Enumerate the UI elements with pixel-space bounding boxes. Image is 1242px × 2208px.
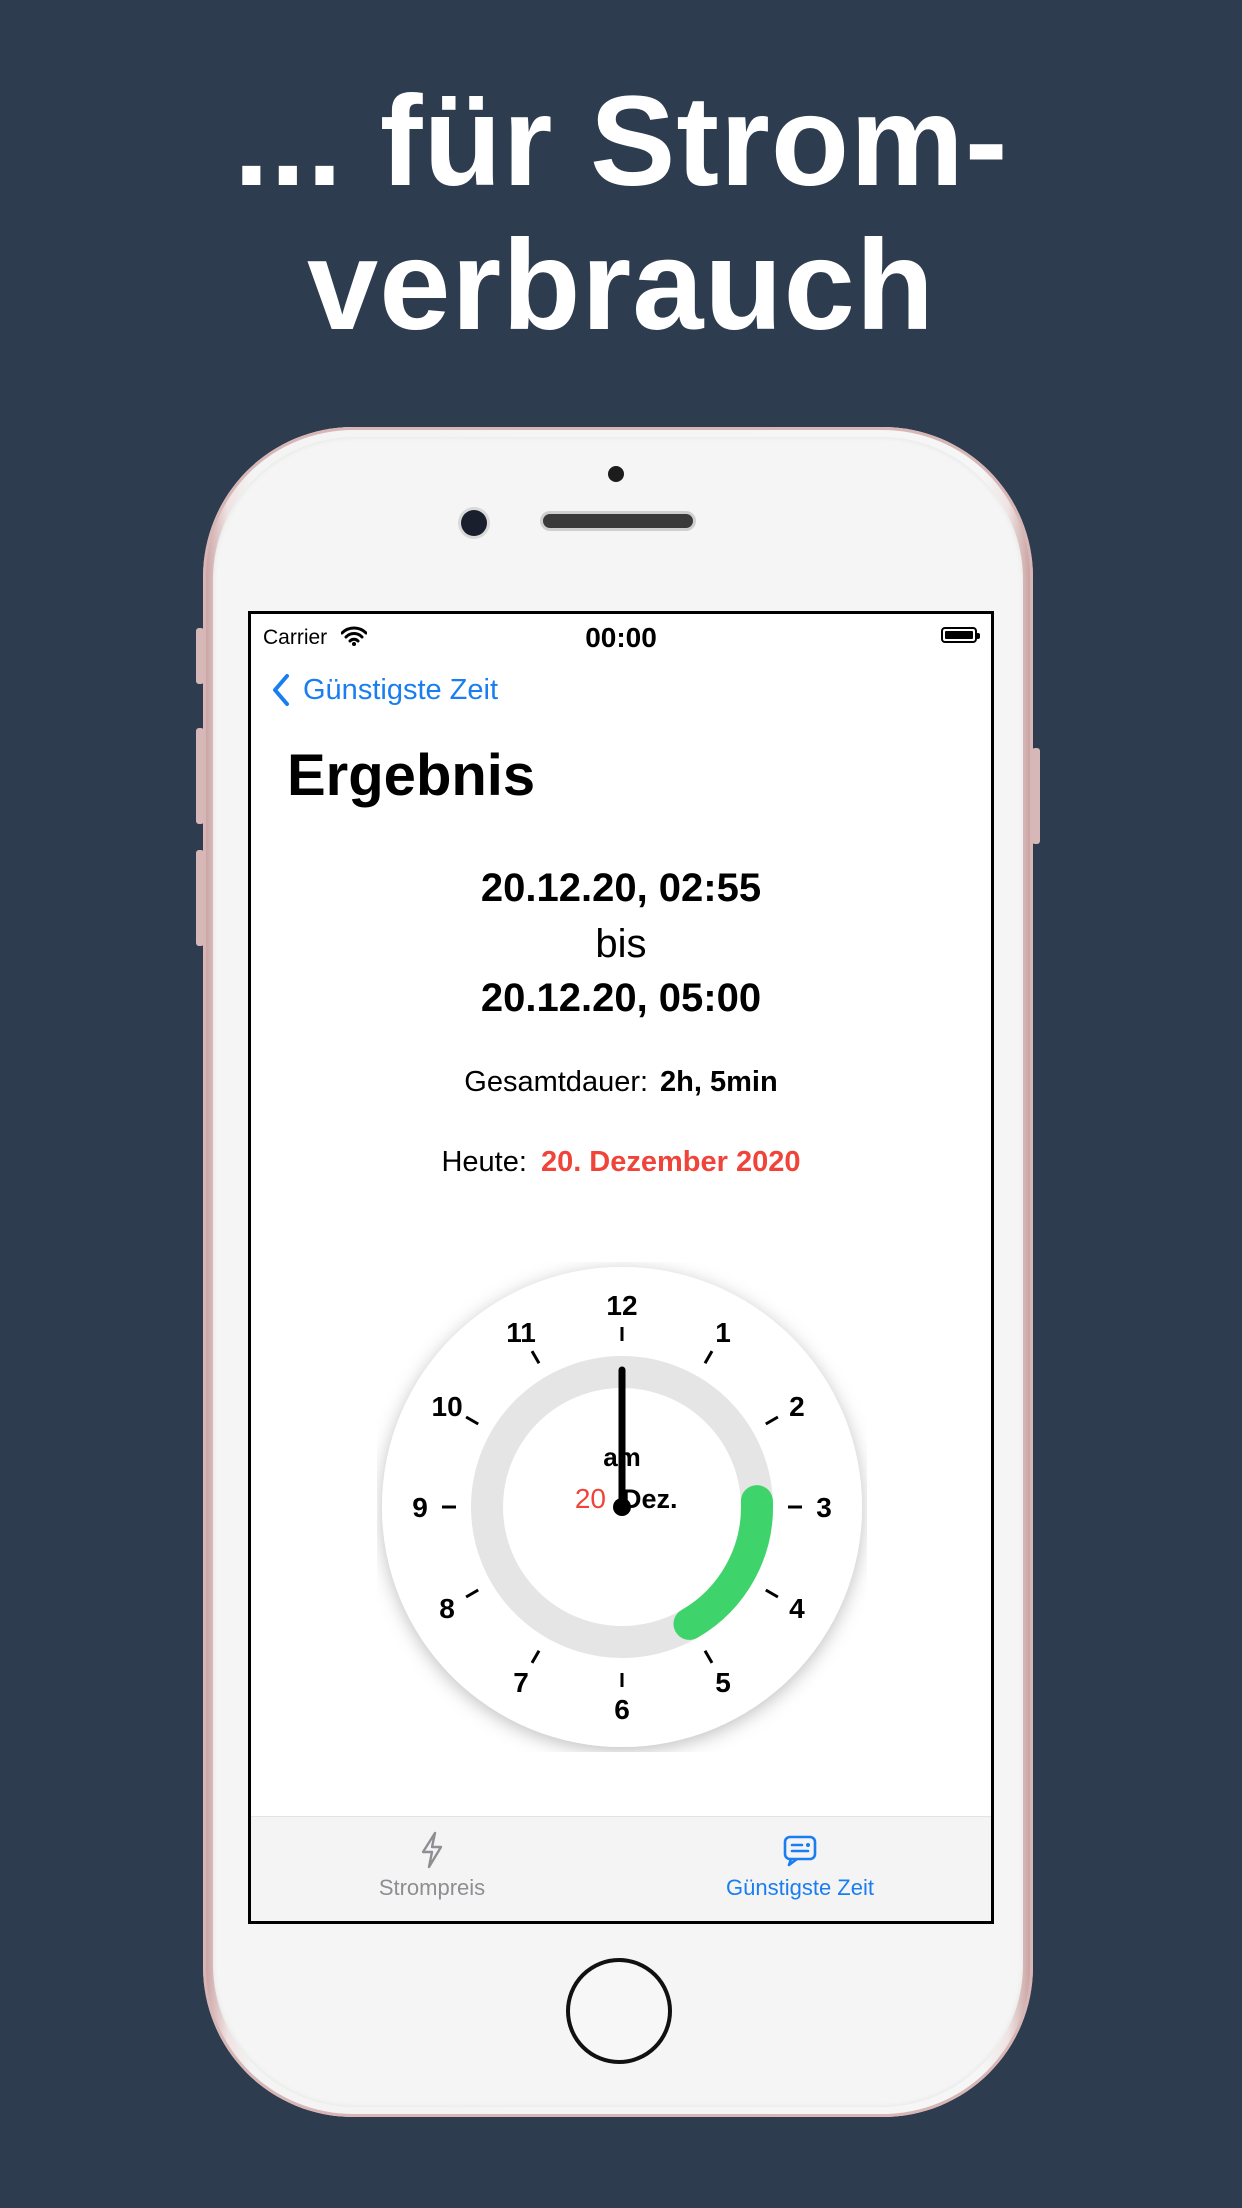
clock-number: 5: [715, 1667, 731, 1698]
clock-number: 12: [606, 1290, 637, 1321]
clock-number: 6: [614, 1694, 630, 1725]
clock-widget: 121234567891011 am 20 Dez.: [377, 1262, 867, 1752]
clock-number: 3: [816, 1492, 832, 1523]
duration-label: Gesamtdauer:: [464, 1066, 649, 1098]
volume-down-button: [196, 850, 204, 946]
clock-number: 11: [506, 1317, 536, 1348]
back-button[interactable]: Günstigste Zeit: [271, 670, 498, 710]
clock-number: 8: [439, 1593, 455, 1624]
duration-row: Gesamtdauer: 2h, 5min: [251, 1066, 991, 1099]
clock-number: 4: [789, 1593, 805, 1624]
headline-line-1: ... für Strom-: [233, 70, 1009, 213]
earpiece-speaker: [543, 514, 693, 528]
clock-face: 121234567891011 am 20 Dez.: [382, 1267, 862, 1747]
tab-bar: Strompreis Günstigste Zeit: [251, 1816, 991, 1921]
today-label: Heute:: [441, 1146, 527, 1178]
chevron-left-icon: [273, 674, 289, 706]
chat-list-icon: [783, 1835, 817, 1867]
mute-switch: [196, 628, 204, 684]
today-value: 20. Dezember 2020: [540, 1146, 801, 1178]
today-row: Heute: 20. Dezember 2020: [251, 1146, 991, 1179]
tab-strompreis[interactable]: Strompreis: [307, 1817, 557, 1921]
clock-number: 7: [513, 1667, 529, 1698]
volume-up-button: [196, 728, 204, 824]
range-end: 20.12.20, 05:00: [480, 976, 762, 1020]
range-start: 20.12.20, 02:55: [480, 866, 762, 910]
clock-center-day: 20: [575, 1483, 606, 1514]
battery-icon: [941, 627, 980, 643]
tab-strompreis-label: Strompreis: [378, 1875, 486, 1900]
tab-guenstigste-zeit[interactable]: Günstigste Zeit: [675, 1817, 925, 1921]
home-button[interactable]: [566, 1958, 672, 2064]
proximity-sensor: [608, 466, 624, 482]
app-screen: Carrier 00:00 Günstigste Zeit Ergebnis 2…: [248, 611, 994, 1924]
headline: ... für Strom- verbrauch: [0, 70, 1242, 358]
page-title: Ergebnis: [287, 743, 536, 808]
clock-number: 9: [412, 1492, 428, 1523]
front-camera: [461, 510, 487, 536]
power-button: [1032, 748, 1040, 844]
status-bar: Carrier 00:00: [251, 614, 991, 658]
clock-hand-pivot: [613, 1498, 631, 1516]
bolt-icon: [421, 1831, 443, 1869]
clock-number: 10: [432, 1391, 463, 1422]
clock-number: 2: [789, 1391, 805, 1422]
status-time: 00:00: [585, 622, 657, 653]
headline-line-2: verbrauch: [307, 214, 935, 357]
range-separator: bis: [595, 922, 647, 966]
duration-value: 2h, 5min: [660, 1066, 778, 1098]
clock-number: 1: [715, 1317, 731, 1348]
tab-guenstigste-zeit-label: Günstigste Zeit: [726, 1875, 874, 1900]
back-button-label: Günstigste Zeit: [303, 673, 499, 706]
